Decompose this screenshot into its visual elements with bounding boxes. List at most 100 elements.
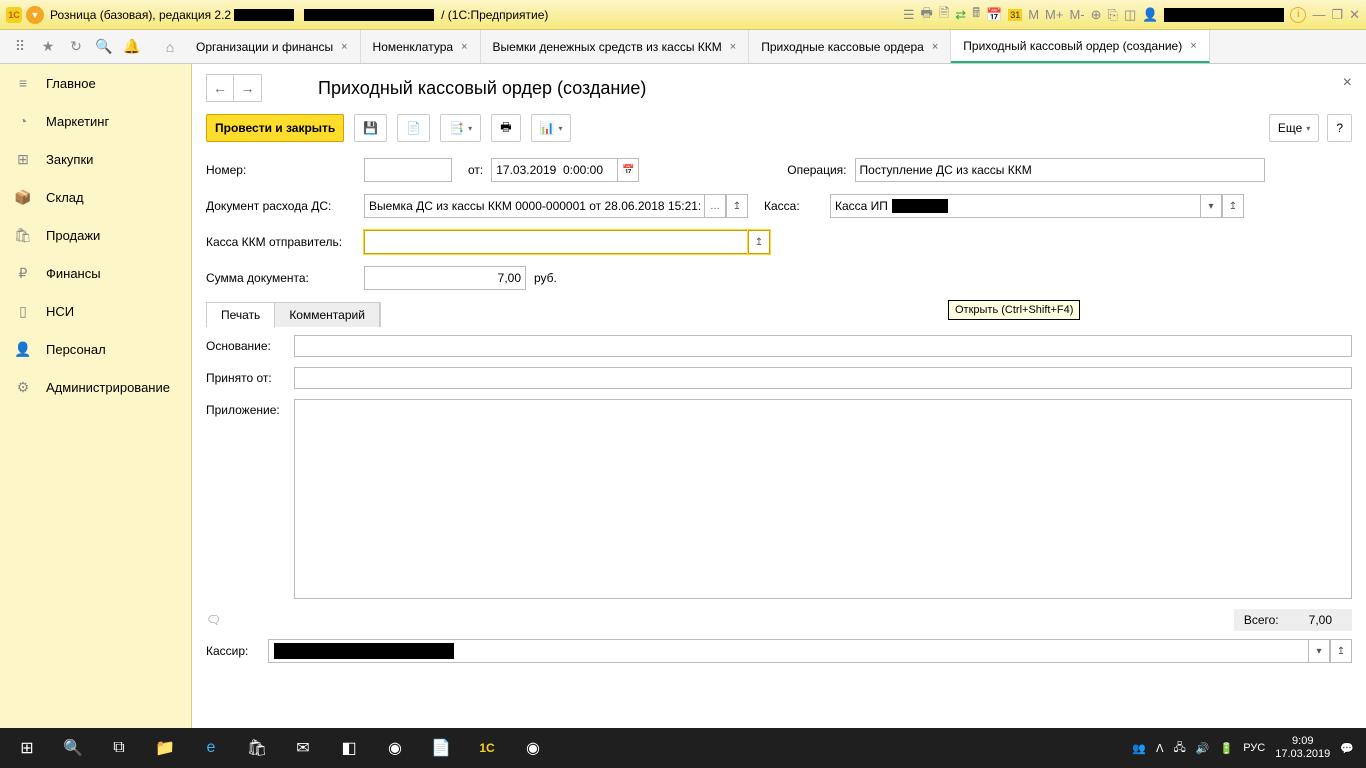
network-icon[interactable]: 🖧: [1174, 739, 1186, 758]
kassa-field[interactable]: [830, 194, 1200, 218]
info-icon[interactable]: i: [1290, 7, 1306, 23]
start-button[interactable]: ⊞: [4, 728, 50, 768]
print-button[interactable]: 🖶: [491, 114, 520, 142]
store-icon[interactable]: 🛍: [234, 728, 280, 768]
sync-icon[interactable]: ⇄: [955, 7, 966, 23]
app-icon[interactable]: ◧: [326, 728, 372, 768]
search-icon[interactable]: 🔍: [90, 30, 118, 63]
received-field[interactable]: [294, 367, 1352, 389]
scale-mplus-icon[interactable]: M+: [1045, 7, 1063, 22]
close-icon[interactable]: ×: [341, 41, 347, 53]
menu-icon: ≡: [14, 74, 32, 92]
subtab-comment[interactable]: Комментарий: [275, 303, 380, 327]
open-button[interactable]: ↥: [726, 194, 748, 218]
post-button[interactable]: 📄: [397, 114, 430, 142]
user-icon[interactable]: 👤: [1142, 7, 1158, 23]
based-on-button[interactable]: 📑▾: [440, 114, 481, 142]
open-button[interactable]: ↥: [1330, 639, 1352, 663]
close-icon[interactable]: ×: [461, 41, 467, 53]
close-icon[interactable]: ×: [730, 41, 736, 53]
app-menu-dropdown[interactable]: ▼: [26, 6, 44, 24]
panel-icon[interactable]: ◫: [1124, 7, 1136, 23]
save-button[interactable]: 💾: [354, 114, 387, 142]
calendar-button[interactable]: 📅: [617, 158, 639, 182]
close-icon[interactable]: ×: [932, 41, 938, 53]
task-search-icon[interactable]: 🔍: [50, 728, 96, 768]
speaker-icon[interactable]: 🔊: [1196, 742, 1210, 755]
sidebar-item-warehouse[interactable]: 📦Склад: [0, 178, 191, 216]
doc-icon[interactable]: 🗎: [939, 4, 949, 26]
dropdown-button[interactable]: ▾: [1200, 194, 1222, 218]
sidebar-item-personnel[interactable]: 👤Персонал: [0, 330, 191, 368]
doc-icon[interactable]: 📄: [418, 728, 464, 768]
nav-back-button[interactable]: ←: [206, 74, 234, 102]
history-icon[interactable]: ↻: [62, 30, 90, 63]
print-icon[interactable]: 🖶: [921, 4, 933, 26]
bell-icon[interactable]: 🔔: [118, 30, 146, 63]
chrome-icon[interactable]: ◉: [372, 728, 418, 768]
zoom-icon[interactable]: ⊕: [1091, 7, 1102, 23]
mail-icon[interactable]: ✉: [280, 728, 326, 768]
kkm-field[interactable]: [364, 230, 748, 254]
scale-m-icon[interactable]: M: [1028, 7, 1039, 22]
close-icon[interactable]: ×: [1190, 40, 1196, 52]
tab-withdrawals[interactable]: Выемки денежных средств из кассы ККМ×: [481, 30, 750, 63]
sidebar-item-admin[interactable]: ⚙Администрирование: [0, 368, 191, 406]
help-button[interactable]: ?: [1327, 114, 1352, 142]
close-window-icon[interactable]: ✕: [1349, 7, 1360, 23]
star-icon[interactable]: ★: [34, 30, 62, 63]
date-field[interactable]: [491, 158, 617, 182]
date-icon[interactable]: 31: [1008, 9, 1022, 21]
sum-field[interactable]: [364, 266, 526, 290]
open-button[interactable]: ↥: [1222, 194, 1244, 218]
tab-cash-orders[interactable]: Приходные кассовые ордера×: [749, 30, 951, 63]
nav-forward-button[interactable]: →: [234, 74, 262, 102]
scale-mminus-icon[interactable]: M-: [1069, 7, 1084, 22]
task-view-icon[interactable]: ⧉: [96, 728, 142, 768]
more-button[interactable]: Еще▾: [1269, 114, 1319, 142]
tab-org-finance[interactable]: Организации и финансы×: [184, 30, 361, 63]
sidebar-item-marketing[interactable]: ◔Маркетинг: [0, 102, 191, 140]
sidebar-item-finance[interactable]: ₽Финансы: [0, 254, 191, 292]
taskbar-clock[interactable]: 9:09 17.03.2019: [1275, 735, 1330, 761]
calc-icon[interactable]: 🖩: [972, 4, 980, 26]
operation-field[interactable]: [855, 158, 1265, 182]
minimize-icon[interactable]: —: [1312, 7, 1325, 22]
notifications-icon[interactable]: 💬: [1340, 742, 1354, 755]
tab-cash-order-create[interactable]: Приходный кассовый ордер (создание)×: [951, 30, 1209, 63]
report-button[interactable]: 📊▾: [531, 114, 572, 142]
1c-taskbar-icon[interactable]: 1C: [464, 728, 510, 768]
edge-icon[interactable]: e: [188, 728, 234, 768]
chrome2-icon[interactable]: ◉: [510, 728, 556, 768]
explorer-icon[interactable]: 📁: [142, 728, 188, 768]
home-icon[interactable]: ⌂: [156, 30, 184, 63]
close-page-icon[interactable]: ×: [1343, 74, 1352, 92]
number-field[interactable]: [364, 158, 452, 182]
select-button[interactable]: …: [704, 194, 726, 218]
sidebar-item-sales[interactable]: 🛍Продажи: [0, 216, 191, 254]
restore-icon[interactable]: ❐: [1331, 7, 1343, 23]
attach-field[interactable]: [294, 399, 1352, 599]
lang-indicator[interactable]: РУС: [1243, 742, 1265, 754]
sidebar-item-purchases[interactable]: ⊞Закупки: [0, 140, 191, 178]
apps-icon[interactable]: ⠿: [6, 30, 34, 63]
operation-label: Операция:: [787, 163, 846, 177]
post-close-button[interactable]: Провести и закрыть: [206, 114, 344, 142]
calendar-icon[interactable]: 📅: [986, 7, 1002, 23]
kkm-label: Касса ККМ отправитель:: [206, 235, 356, 249]
sidebar-item-nsi[interactable]: ▯НСИ: [0, 292, 191, 330]
note-icon[interactable]: 🗨: [206, 613, 221, 627]
ruble-icon: ₽: [14, 264, 32, 282]
subtab-print[interactable]: Печать: [207, 303, 275, 328]
titlebar-icon[interactable]: ☰: [903, 7, 915, 23]
sidebar-item-main[interactable]: ≡Главное: [0, 64, 191, 102]
tab-nomenclature[interactable]: Номенклатура×: [361, 30, 481, 63]
people-icon[interactable]: 👥: [1132, 742, 1146, 755]
battery-icon[interactable]: 🔋: [1220, 742, 1234, 755]
docexpense-field[interactable]: [364, 194, 704, 218]
basis-field[interactable]: [294, 335, 1352, 357]
open-button[interactable]: ↥: [748, 230, 770, 254]
tray-up-icon[interactable]: ᐱ: [1156, 742, 1164, 755]
copy-icon[interactable]: ⎘: [1108, 7, 1118, 23]
dropdown-button[interactable]: ▾: [1308, 639, 1330, 663]
